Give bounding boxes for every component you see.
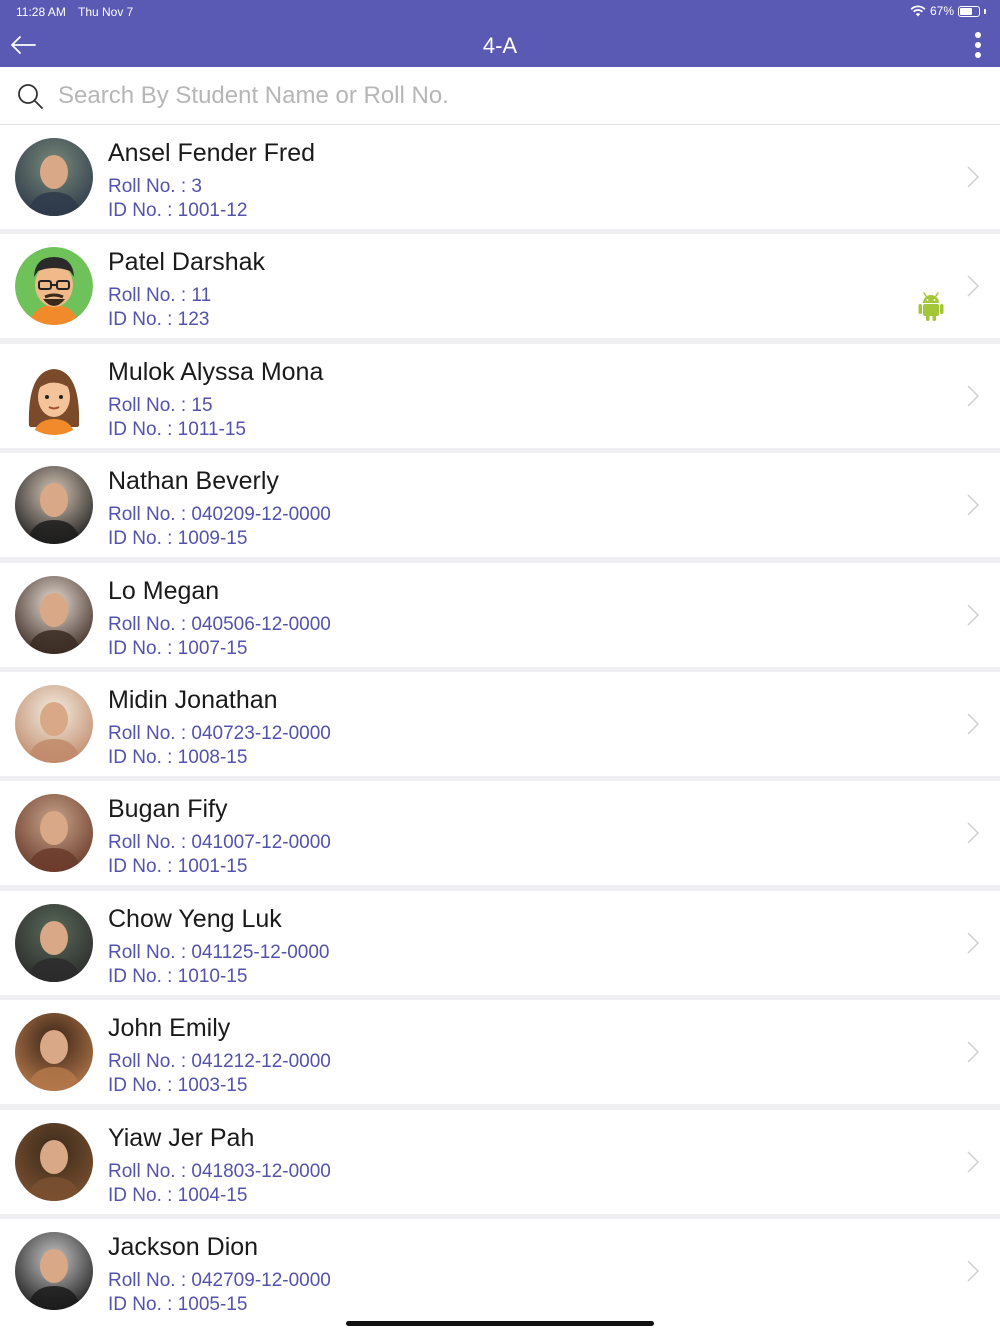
student-id-no: ID No. : 1003-15 (108, 1075, 248, 1097)
home-indicator[interactable] (346, 1321, 654, 1326)
student-avatar (15, 794, 93, 873)
student-row[interactable]: John Emily Roll No. : 041212-12-0000 ID No… (0, 1000, 1000, 1105)
student-id-no: ID No. : 123 (108, 309, 210, 331)
wifi-icon (910, 5, 926, 17)
chevron-right-icon (966, 384, 980, 408)
student-id-no: ID No. : 1004-15 (108, 1184, 248, 1206)
student-avatar (15, 247, 93, 326)
chevron-right-icon (966, 821, 980, 845)
student-id-no: ID No. : 1010-15 (108, 965, 248, 987)
student-row[interactable]: Chow Yeng Luk Roll No. : 041125-12-0000 ID… (0, 890, 1000, 995)
student-id-no: ID No. : 1001-12 (108, 200, 248, 221)
student-roll-no: Roll No. : 040723-12-0000 (108, 722, 331, 744)
chevron-right-icon (966, 274, 980, 298)
student-name: John Emily (108, 1014, 231, 1043)
chevron-right-icon (966, 1040, 980, 1064)
student-name: Nathan Beverly (108, 467, 279, 496)
student-name: Mulok Alyssa Mona (108, 357, 324, 386)
student-roll-no: Roll No. : 3 (108, 176, 202, 197)
chevron-right-icon (966, 1150, 980, 1174)
student-roll-no: Roll No. : 041212-12-0000 (108, 1051, 331, 1073)
student-avatar (15, 356, 93, 435)
student-name: Bugan Fify (108, 795, 228, 824)
student-name: Yiaw Jer Pah (108, 1123, 255, 1152)
student-avatar (15, 1122, 93, 1201)
page-title: 4-A (482, 33, 518, 58)
search-input[interactable] (58, 75, 958, 117)
student-row[interactable]: Midin Jonathan Roll No. : 040723-12-0000 I… (0, 671, 1000, 776)
student-id-no: ID No. : 1007-15 (108, 637, 248, 659)
student-list: Ansel Fender Fred Roll No. : 3 ID No. : 10… (0, 125, 1000, 1323)
chevron-right-icon (966, 165, 980, 189)
student-id-no: ID No. : 1001-15 (108, 856, 248, 878)
student-avatar (15, 684, 93, 763)
student-row[interactable]: Nathan Beverly Roll No. : 040209-12-0000 I… (0, 453, 1000, 558)
student-name: Patel Darshak (108, 248, 266, 277)
student-row[interactable]: Bugan Fify Roll No. : 041007-12-0000 ID No… (0, 781, 1000, 886)
student-avatar (15, 138, 93, 216)
student-name: Jackson Dion (108, 1232, 259, 1261)
student-roll-no: Roll No. : 042709-12-0000 (108, 1269, 331, 1291)
battery-percent: 67% (929, 4, 954, 18)
student-roll-no: Roll No. : 11 (108, 285, 212, 307)
search-icon (18, 84, 43, 109)
student-roll-no: Roll No. : 041125-12-0000 (108, 941, 330, 963)
status-indicators: 67% (910, 4, 986, 18)
student-avatar (15, 1013, 93, 1092)
chevron-right-icon (966, 493, 980, 517)
more-options-button[interactable] (966, 30, 990, 60)
app-header: 11:28 AM Thu Nov 7 67% 4-A (0, 0, 1000, 67)
student-name: Ansel Fender Fred (108, 139, 316, 167)
more-vertical-icon (975, 32, 981, 38)
student-id-no: ID No. : 1009-15 (108, 528, 248, 550)
student-row[interactable]: Ansel Fender Fred Roll No. : 3 ID No. : 10… (0, 125, 1000, 229)
student-row[interactable]: Lo Megan Roll No. : 040506-12-0000 ID No. … (0, 562, 1000, 667)
status-time: 11:28 AM (16, 5, 66, 19)
student-roll-no: Roll No. : 041007-12-0000 (108, 832, 331, 854)
student-avatar (15, 575, 93, 654)
chevron-right-icon (966, 712, 980, 736)
student-roll-no: Roll No. : 040209-12-0000 (108, 504, 331, 526)
student-avatar (15, 1231, 93, 1310)
student-row[interactable]: Jackson Dion Roll No. : 042709-12-0000 ID … (0, 1218, 1000, 1323)
student-roll-no: Roll No. : 040506-12-0000 (108, 613, 331, 635)
student-roll-no: Roll No. : 15 (108, 394, 213, 416)
student-name: Chow Yeng Luk (108, 904, 282, 933)
student-row[interactable]: Patel Darshak Roll No. : 11 ID No. : 123 (0, 234, 1000, 339)
student-row[interactable]: Yiaw Jer Pah Roll No. : 041803-12-0000 ID … (0, 1109, 1000, 1214)
student-name: Lo Megan (108, 576, 220, 605)
student-id-no: ID No. : 1005-15 (108, 1293, 248, 1315)
student-avatar (15, 903, 93, 982)
chevron-right-icon (966, 931, 980, 955)
status-date: Thu Nov 7 (78, 5, 134, 19)
chevron-right-icon (966, 603, 980, 627)
chevron-right-icon (966, 1259, 980, 1283)
student-avatar (15, 466, 93, 545)
search-bar (0, 67, 1000, 125)
student-roll-no: Roll No. : 041803-12-0000 (108, 1160, 331, 1182)
battery-icon (958, 5, 980, 17)
student-row[interactable]: Mulok Alyssa Mona Roll No. : 15 ID No. : 1… (0, 343, 1000, 448)
student-id-no: ID No. : 1011-15 (108, 418, 247, 440)
student-id-no: ID No. : 1008-15 (108, 746, 248, 768)
student-name: Midin Jonathan (108, 685, 278, 714)
android-icon (917, 292, 945, 322)
